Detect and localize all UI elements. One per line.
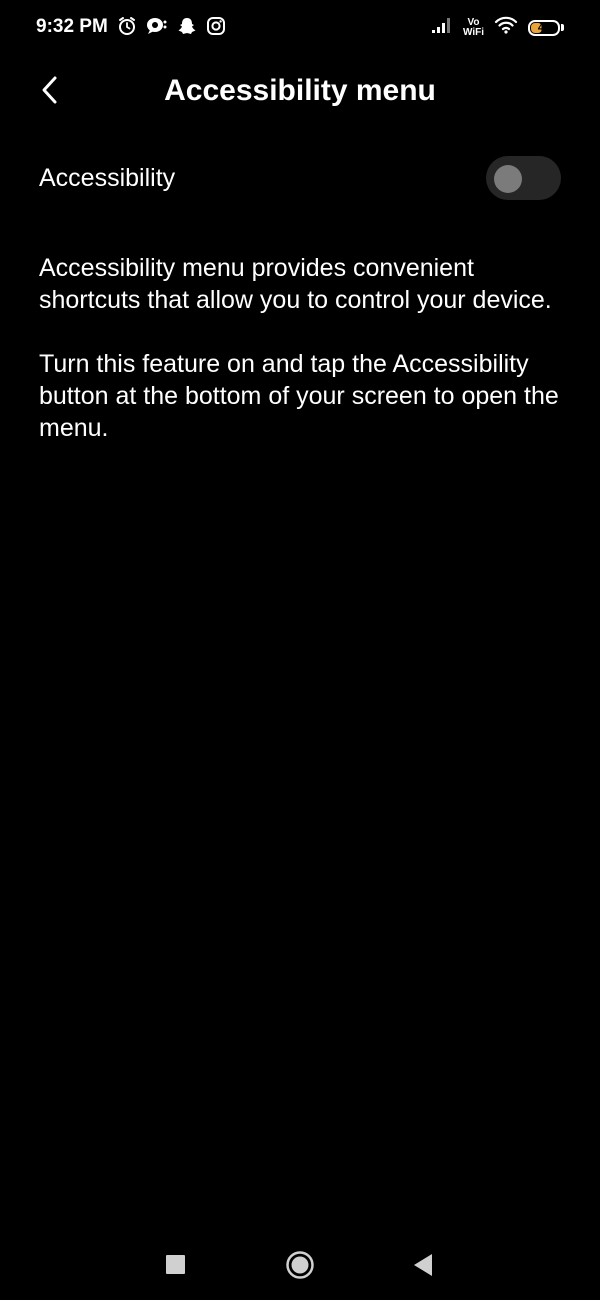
accessibility-toggle[interactable] <box>486 156 561 200</box>
system-status-icons: Vo WiFi 44 <box>431 16 564 39</box>
description: Accessibility menu provides convenient s… <box>39 252 569 476</box>
battery-tip <box>561 24 564 31</box>
vowifi-indicator: Vo WiFi <box>462 16 484 38</box>
home-circle-icon <box>286 1251 314 1279</box>
triangle-back-icon <box>414 1254 432 1276</box>
navigation-bar <box>0 1230 600 1300</box>
status-time: 9:32 PM <box>36 16 108 37</box>
nav-back-button[interactable] <box>412 1252 434 1278</box>
battery-level: 44 <box>537 21 551 34</box>
wifi-icon <box>494 16 518 39</box>
vowifi-top-text: Vo <box>467 16 480 28</box>
vowifi-bottom-text: WiFi <box>462 26 484 38</box>
instagram-icon <box>206 16 226 41</box>
notification-icons <box>117 16 226 41</box>
setting-label: Accessibility <box>39 164 176 192</box>
alarm-icon <box>117 16 137 41</box>
home-button[interactable] <box>285 1250 315 1280</box>
page-title: Accessibility menu <box>164 74 436 107</box>
toggle-knob <box>494 165 522 193</box>
recents-button[interactable] <box>166 1255 185 1274</box>
accessibility-setting-row[interactable]: Accessibility <box>0 148 600 210</box>
app-header: Accessibility menu <box>0 60 600 124</box>
description-paragraph: Accessibility menu provides convenient s… <box>39 254 552 314</box>
battery-icon: 44 <box>528 19 560 36</box>
chat-bubble-icon <box>146 16 168 41</box>
signal-strength-icon <box>431 16 453 39</box>
snapchat-icon <box>177 16 197 41</box>
status-bar: 9:32 PM Vo WiFi 44 <box>0 0 600 56</box>
description-paragraph: Turn this feature on and tap the Accessi… <box>39 350 559 442</box>
